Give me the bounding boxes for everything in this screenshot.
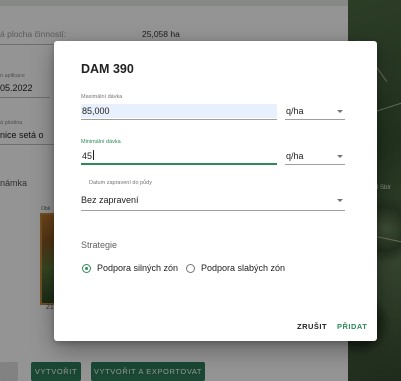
- strategy-label: Strategie: [81, 240, 118, 250]
- chevron-down-icon: [337, 199, 343, 202]
- zone-dose-dialog: DAM 390 Maximální dávka 85,000 q/ha Mini…: [54, 41, 377, 341]
- min-dose-label: Minimální dávka: [81, 139, 121, 145]
- radio-weak-zones[interactable]: [186, 264, 195, 273]
- incorporation-select[interactable]: Datum zapravení do půdy Bez zapravení: [81, 180, 345, 211]
- max-dose-input[interactable]: 85,000: [81, 104, 277, 118]
- radio-strong-zones-label[interactable]: Podpora silných zón: [97, 263, 178, 273]
- min-dose-value: 45: [82, 151, 93, 161]
- radio-weak-zones-label[interactable]: Podpora slabých zón: [201, 263, 285, 273]
- max-dose-unit-underline: [285, 119, 345, 120]
- max-dose-field[interactable]: Maximální dávka 85,000: [81, 94, 277, 120]
- cancel-button[interactable]: ZRUŠIT: [297, 322, 327, 331]
- radio-strong-zones[interactable]: [82, 264, 91, 273]
- text-caret: [93, 150, 95, 160]
- min-dose-underline: [81, 163, 277, 165]
- min-dose-unit-underline: [285, 164, 345, 165]
- min-dose-unit-select[interactable]: q/ha: [285, 139, 345, 165]
- min-dose-unit: q/ha: [286, 151, 304, 161]
- max-dose-underline: [81, 119, 277, 120]
- max-dose-label: Maximální dávka: [81, 94, 123, 100]
- max-dose-unit-select[interactable]: q/ha: [285, 94, 345, 120]
- incorporation-label: Datum zapravení do půdy: [89, 180, 152, 186]
- dialog-title: DAM 390: [81, 62, 134, 76]
- add-button[interactable]: PŘIDAT: [337, 322, 367, 331]
- max-dose-unit: q/ha: [286, 106, 304, 116]
- incorporation-value: Bez zapravení: [81, 195, 139, 205]
- min-dose-input[interactable]: 45: [81, 149, 277, 163]
- chevron-down-icon: [337, 110, 343, 113]
- incorporation-underline: [81, 210, 345, 211]
- min-dose-field[interactable]: Minimální dávka 45: [81, 139, 277, 165]
- chevron-down-icon: [337, 155, 343, 158]
